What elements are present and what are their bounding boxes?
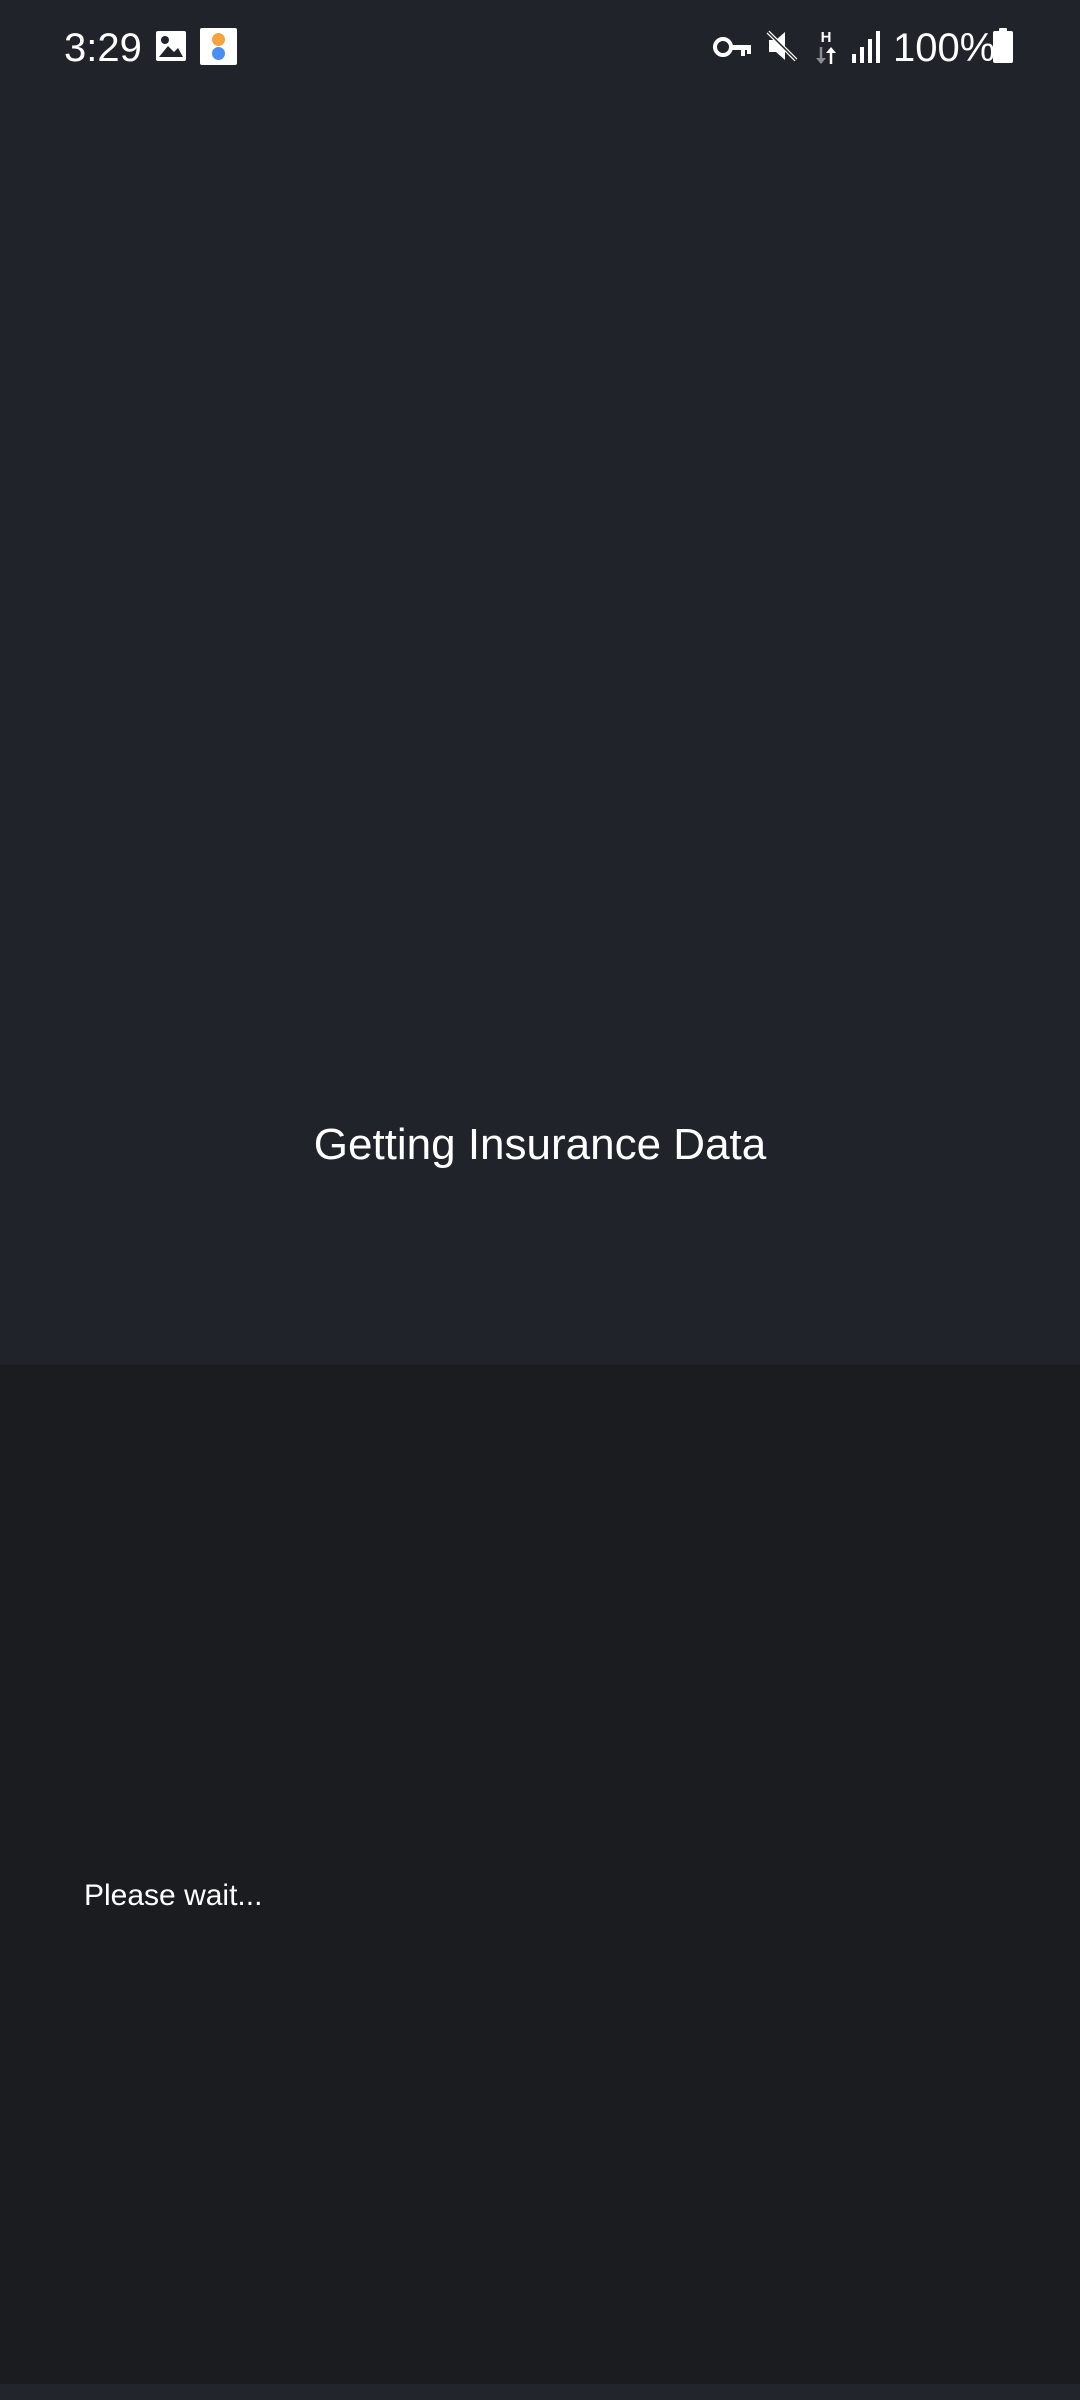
screen: 3:29 H 100% Getting Insurance Data Pleas…	[0, 0, 1080, 2400]
signal-icon	[852, 31, 880, 63]
mute-icon	[766, 30, 798, 62]
battery-icon	[993, 28, 1013, 63]
please-wait-message: Please wait...	[84, 1879, 263, 1912]
status-bar: 3:29 H 100%	[0, 0, 1080, 96]
network-h-icon: H	[816, 29, 836, 64]
battery-percent: 100%	[893, 26, 996, 70]
blue-dot	[212, 47, 225, 60]
svg-text:H: H	[821, 29, 832, 46]
navigation-bar-strip	[0, 2384, 1080, 2400]
progress-dialog-area	[0, 1365, 1080, 2384]
vpn-key-icon	[713, 37, 751, 57]
orange-dot	[212, 33, 225, 46]
loading-title: Getting Insurance Data	[313, 1120, 767, 1169]
status-time: 3:29	[64, 26, 142, 70]
gallery-icon	[156, 31, 186, 61]
app-notification-icon	[200, 28, 237, 65]
